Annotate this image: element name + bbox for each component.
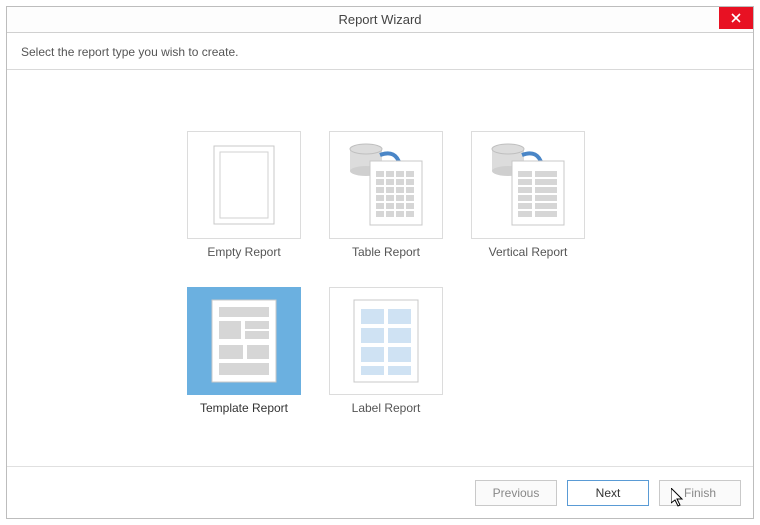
vertical-report-icon [482, 143, 574, 227]
report-wizard-window: Report Wizard Select the report type you… [6, 6, 754, 519]
previous-button[interactable]: Previous [475, 480, 557, 506]
window-title: Report Wizard [338, 7, 421, 33]
prompt-text: Select the report type you wish to creat… [7, 33, 753, 70]
report-type-grid: Empty Report [187, 131, 585, 415]
empty-report-icon [213, 145, 275, 225]
finish-button[interactable]: Finish [659, 480, 741, 506]
content-area: Empty Report [7, 69, 753, 466]
label-report-icon [353, 299, 419, 383]
option-label: Empty Report [207, 245, 280, 259]
close-icon [731, 13, 741, 23]
option-label: Vertical Report [489, 245, 568, 259]
option-vertical-report[interactable]: Vertical Report [471, 131, 585, 259]
option-label: Label Report [352, 401, 421, 415]
table-report-icon [340, 143, 432, 227]
titlebar: Report Wizard [7, 7, 753, 33]
wizard-footer: Previous Next Finish [7, 466, 753, 518]
option-label: Table Report [352, 245, 420, 259]
option-template-report[interactable]: Template Report [187, 287, 301, 415]
option-empty-report[interactable]: Empty Report [187, 131, 301, 259]
option-label-report[interactable]: Label Report [329, 287, 443, 415]
next-button[interactable]: Next [567, 480, 649, 506]
option-table-report[interactable]: Table Report [329, 131, 443, 259]
option-label: Template Report [200, 401, 288, 415]
close-button[interactable] [719, 7, 753, 29]
template-report-icon [211, 299, 277, 383]
